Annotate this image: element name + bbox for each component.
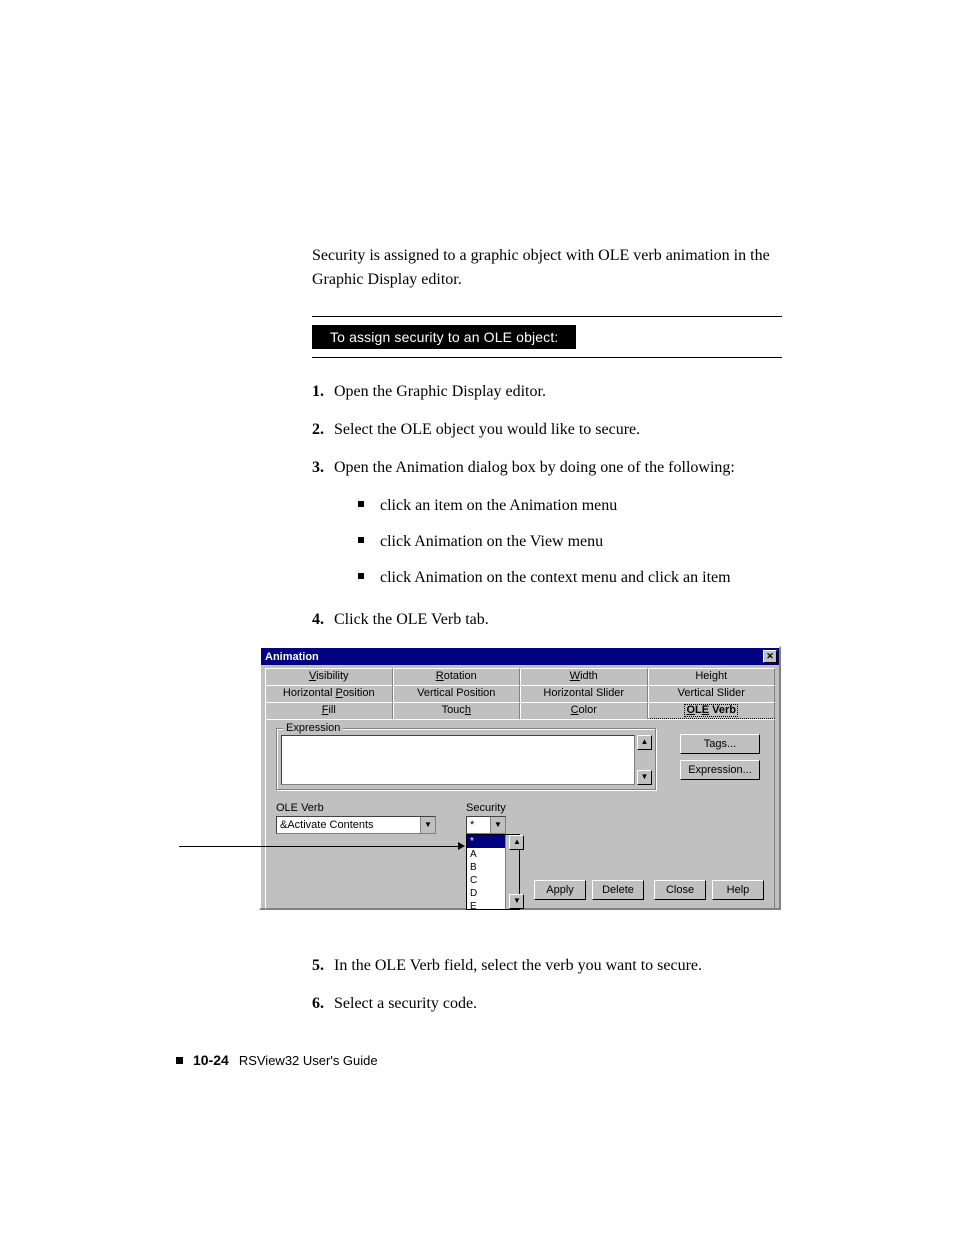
chevron-down-icon[interactable]: ▼ xyxy=(490,817,505,833)
tab-rotation[interactable]: Rotation xyxy=(393,668,521,685)
scroll-up-icon[interactable]: ▲ xyxy=(637,735,652,750)
tab-horizontal-slider[interactable]: Horizontal Slider xyxy=(520,685,648,702)
ole-verb-combo[interactable]: &Activate Contents ▼ xyxy=(276,816,436,834)
help-button[interactable]: Help xyxy=(712,880,764,900)
rule-bottom xyxy=(312,357,782,358)
tags-button[interactable]: Tags... xyxy=(680,734,760,754)
tab-height[interactable]: Height xyxy=(648,668,776,685)
scroll-down-icon[interactable]: ▼ xyxy=(509,894,524,909)
delete-button[interactable]: Delete xyxy=(592,880,644,900)
close-button[interactable]: Close xyxy=(654,880,706,900)
step-1-text: Open the Graphic Display editor. xyxy=(334,383,546,400)
tab-color[interactable]: Color xyxy=(520,702,648,719)
apply-button[interactable]: Apply xyxy=(534,880,586,900)
step-2-text: Select the OLE object you would like to … xyxy=(334,421,640,438)
dialog-title: Animation xyxy=(265,651,319,663)
step-5: 5.In the OLE Verb field, select the verb… xyxy=(334,954,782,978)
tab-touch[interactable]: Touch xyxy=(393,702,521,719)
chevron-down-icon[interactable]: ▼ xyxy=(420,817,435,833)
tab-row-1: Visibility Rotation Width Height xyxy=(265,668,775,685)
callout-arrow-icon xyxy=(458,842,465,850)
expression-group-label: Expression xyxy=(283,722,343,734)
tab-vertical-slider[interactable]: Vertical Slider xyxy=(648,685,776,702)
step-6-text: Select a security code. xyxy=(334,995,477,1012)
callout-line xyxy=(179,846,459,847)
section-heading: To assign security to an OLE object: xyxy=(312,325,576,349)
page-footer: 10-24 RSView32 User's Guide xyxy=(176,1052,378,1068)
step-4: 4.Click the OLE Verb tab. xyxy=(334,608,782,632)
tab-pane-ole-verb: Expression ▲ ▼ Tags... Expression... OLE… xyxy=(265,719,775,909)
security-label: Security xyxy=(466,802,506,814)
expression-group: Expression ▲ ▼ xyxy=(276,728,656,790)
step-3: 3.Open the Animation dialog box by doing… xyxy=(334,456,782,480)
tab-width[interactable]: Width xyxy=(520,668,648,685)
page-number: 10-24 xyxy=(193,1052,229,1068)
scroll-up-icon[interactable]: ▲ xyxy=(509,835,524,850)
bullet-1: click an item on the Animation menu xyxy=(358,494,782,518)
step-3-bullets: click an item on the Animation menu clic… xyxy=(358,494,782,590)
expression-textarea[interactable] xyxy=(281,735,635,785)
intro-paragraph: Security is assigned to a graphic object… xyxy=(312,244,782,292)
dialog-titlebar[interactable]: Animation ✕ xyxy=(261,648,779,665)
security-combo[interactable]: * ▼ xyxy=(466,816,506,834)
bullet-3: click Animation on the context menu and … xyxy=(358,566,782,590)
step-3-text: Open the Animation dialog box by doing o… xyxy=(334,459,735,476)
tab-row-3: Fill Touch Color OLE Verb xyxy=(265,702,775,719)
tab-visibility[interactable]: Visibility xyxy=(265,668,393,685)
security-value: * xyxy=(470,819,474,831)
ole-verb-value: &Activate Contents xyxy=(280,819,374,831)
tab-fill[interactable]: Fill xyxy=(265,702,393,719)
security-dropdown-list[interactable]: * A B C D E ▲ ▼ xyxy=(466,834,520,910)
book-title: RSView32 User's Guide xyxy=(239,1053,378,1068)
tab-vertical-position[interactable]: Vertical Position xyxy=(393,685,521,702)
tab-ole-verb[interactable]: OLE Verb xyxy=(648,702,776,719)
ole-verb-label: OLE Verb xyxy=(276,802,324,814)
expression-button[interactable]: Expression... xyxy=(680,760,760,780)
close-icon[interactable]: ✕ xyxy=(763,650,777,663)
tab-row-2: Horizontal Position Vertical Position Ho… xyxy=(265,685,775,702)
animation-dialog: Animation ✕ Visibility Rotation Width He… xyxy=(259,646,781,910)
rule-top xyxy=(312,316,782,317)
tab-horizontal-position[interactable]: Horizontal Position xyxy=(265,685,393,702)
step-5-text: In the OLE Verb field, select the verb y… xyxy=(334,957,702,974)
step-4-text: Click the OLE Verb tab. xyxy=(334,611,489,628)
step-6: 6.Select a security code. xyxy=(334,992,782,1016)
scroll-down-icon[interactable]: ▼ xyxy=(637,770,652,785)
step-1: 1.Open the Graphic Display editor. xyxy=(334,380,782,404)
bullet-2: click Animation on the View menu xyxy=(358,530,782,554)
step-2: 2.Select the OLE object you would like t… xyxy=(334,418,782,442)
